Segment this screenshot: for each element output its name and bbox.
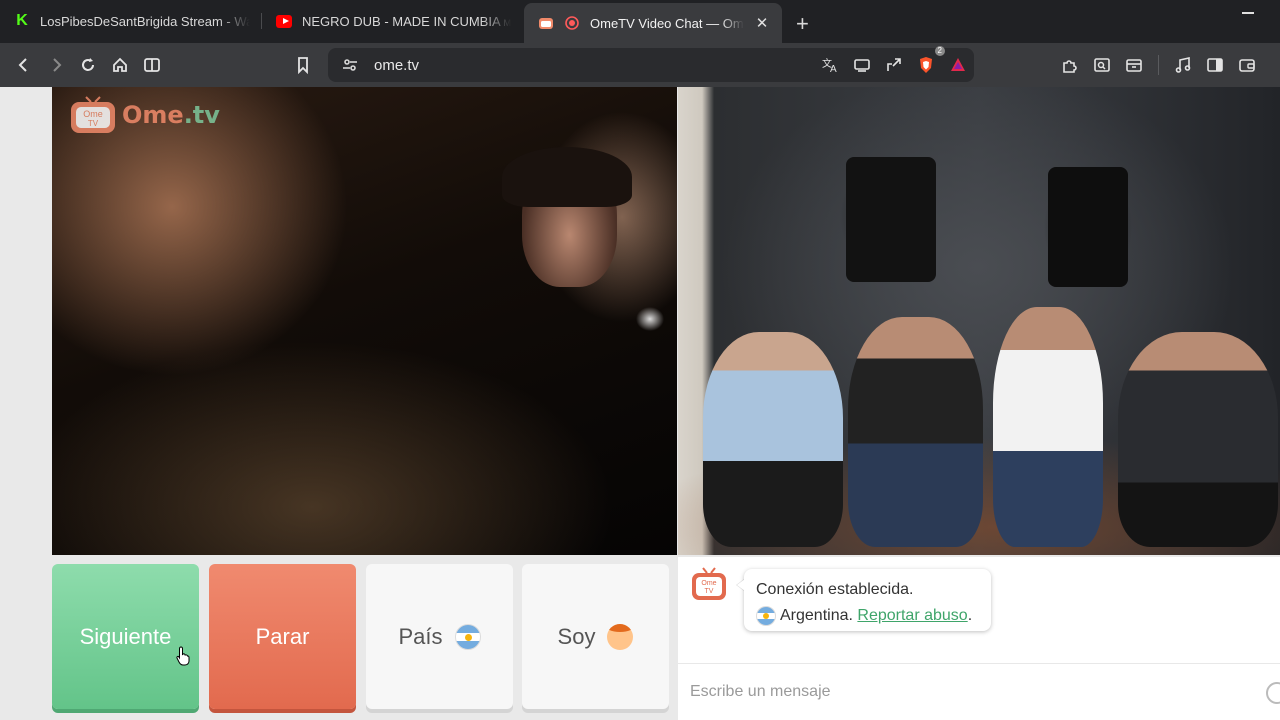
browser-tabbar: K LosPibesDeSantBrigida Stream - Wat NEG… (0, 0, 1280, 43)
side-panel-icon[interactable] (1199, 49, 1231, 81)
connection-status-text: Conexión establecida. (756, 581, 914, 598)
stop-button[interactable]: Parar (209, 564, 356, 709)
toolbar-right-tools (1054, 49, 1263, 81)
gender-button-label: Soy (557, 623, 596, 649)
ometv-page: Ome TV Ome.tv Siguiente Parar País Soy O… (0, 87, 1280, 720)
report-suffix: . (967, 607, 973, 624)
share-icon[interactable] (878, 49, 910, 81)
tab-title: NEGRO DUB - MADE IN CUMBIA MXA (302, 13, 512, 29)
svg-text:Ome: Ome (701, 580, 716, 587)
country-line: Argentina. Reportar abuso. (756, 603, 979, 629)
minimize-window-icon[interactable] (1242, 12, 1254, 14)
next-button-label: Siguiente (79, 623, 172, 649)
svg-text:Ome: Ome (83, 109, 103, 119)
home-button[interactable] (104, 49, 136, 81)
cast-icon[interactable] (846, 49, 878, 81)
shirt-hanging (1048, 167, 1128, 287)
shirt-hanging (846, 157, 936, 282)
person-3 (993, 307, 1103, 547)
report-abuse-link[interactable]: Reportar abuso (857, 607, 967, 624)
emoji-picker-icon[interactable] (1266, 682, 1280, 704)
hair (502, 147, 632, 207)
wallet-icon[interactable] (1231, 49, 1263, 81)
back-button[interactable] (8, 49, 40, 81)
brave-shields-icon[interactable]: 2 (910, 46, 945, 81)
svg-text:TV: TV (88, 119, 99, 128)
reading-list-icon[interactable] (1118, 49, 1150, 81)
tab-title: OmeTV Video Chat — Omegl (590, 15, 744, 31)
address-bar[interactable]: ome.tv 文A 2 (328, 46, 974, 82)
chat-panel: Ome TV Conexión establecida. Argentina. … (678, 557, 1280, 720)
recording-icon (564, 15, 580, 31)
reload-button[interactable] (72, 49, 104, 81)
ometv-logo-icon: Ome TV (71, 96, 115, 133)
tab-youtube[interactable]: NEGRO DUB - MADE IN CUMBIA MXA (262, 3, 524, 39)
svg-text:A: A (830, 64, 837, 74)
sidebar-toggle-button[interactable] (136, 49, 168, 81)
hand-cursor-icon (176, 646, 190, 666)
message-input[interactable] (690, 683, 1250, 701)
forward-button[interactable] (40, 49, 72, 81)
remote-video (678, 87, 1280, 555)
person-1 (703, 332, 843, 547)
stop-button-label: Parar (255, 623, 310, 649)
country-selector-button[interactable]: País (366, 564, 513, 709)
youtube-icon (276, 13, 292, 29)
person-2 (848, 317, 983, 547)
gender-selector-button[interactable]: Soy (522, 564, 669, 709)
kick-icon: K (16, 12, 28, 29)
argentina-flag-icon (756, 605, 776, 626)
close-tab-icon[interactable]: ✕ (754, 14, 770, 32)
local-video (52, 87, 677, 555)
bookmark-button[interactable] (287, 49, 319, 81)
site-settings-icon[interactable] (334, 49, 366, 81)
tab-title: LosPibesDeSantBrigida Stream - Wat (40, 13, 250, 29)
translate-icon[interactable]: 文A (814, 49, 846, 81)
argentina-flag-icon (454, 623, 481, 650)
svg-text:TV: TV (705, 588, 714, 595)
tab-ometv[interactable]: OmeTV Video Chat — Omegl ✕ (524, 3, 782, 43)
new-tab-button[interactable]: + (796, 13, 809, 35)
message-input-row (678, 663, 1280, 720)
extensions-icon[interactable] (1054, 49, 1086, 81)
boy-emoji-icon (607, 623, 634, 650)
system-message-bubble: Conexión establecida. Argentina. Reporta… (744, 569, 991, 631)
tab-kick-stream[interactable]: K LosPibesDeSantBrigida Stream - Wat (0, 3, 262, 39)
ometv-avatar-icon: Ome TV (692, 567, 726, 600)
shields-count-badge: 2 (934, 46, 945, 56)
url-text[interactable]: ome.tv (374, 57, 814, 74)
person-4 (1118, 332, 1278, 547)
country-button-label: País (398, 623, 443, 649)
country-name: Argentina. (780, 607, 853, 624)
ometv-logo: Ome TV Ome.tv (68, 95, 220, 135)
screenshot-search-icon[interactable] (1086, 49, 1118, 81)
ometv-logo-text: Ome.tv (122, 101, 220, 129)
browser-toolbar: ome.tv 文A 2 (0, 43, 1280, 87)
brave-rewards-icon[interactable] (942, 49, 974, 81)
next-button[interactable]: Siguiente (52, 564, 199, 709)
ometv-icon (538, 15, 554, 31)
toolbar-divider (1158, 55, 1159, 75)
media-music-icon[interactable] (1167, 49, 1199, 81)
